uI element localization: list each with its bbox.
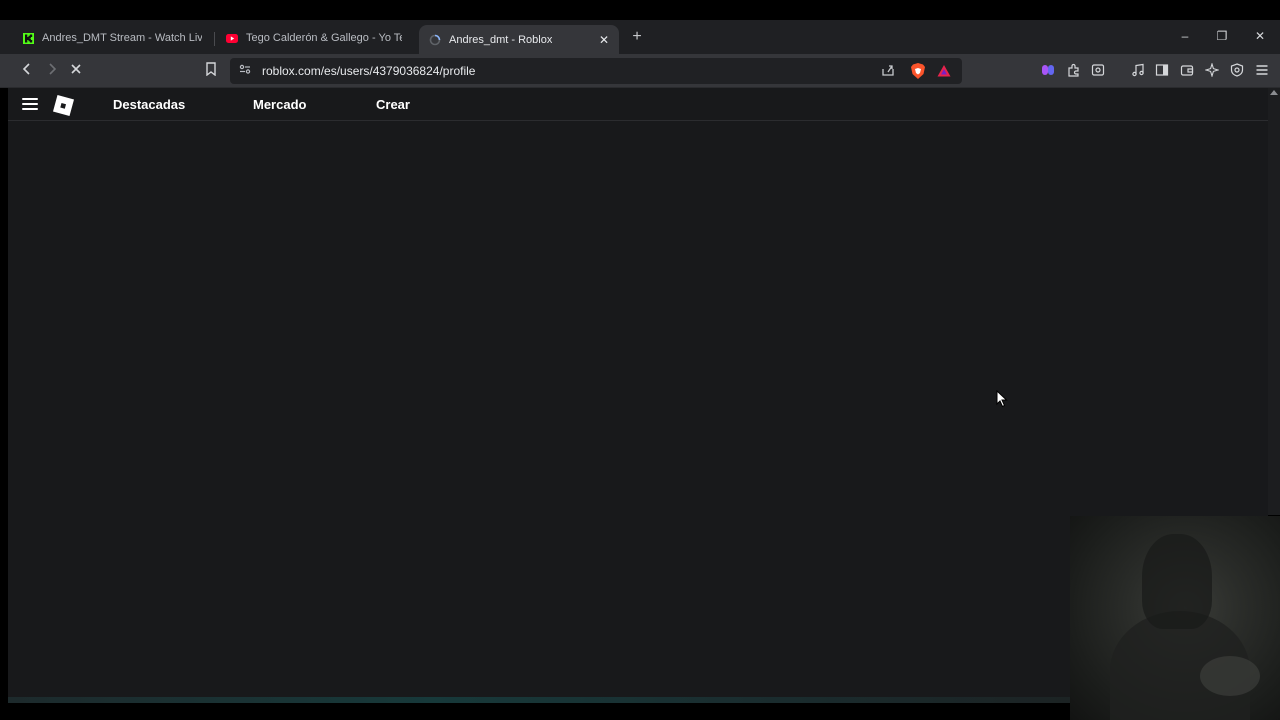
kick-icon: [22, 32, 34, 44]
site-info-icon[interactable]: [238, 63, 252, 77]
tab-search-icon[interactable]: [1090, 63, 1106, 79]
sidebar-icon[interactable]: [1154, 63, 1170, 79]
brave-shields-icon[interactable]: [910, 62, 926, 80]
scroll-up-icon[interactable]: [1270, 90, 1278, 95]
bookmark-icon: [206, 62, 216, 77]
tab-separator: [214, 32, 215, 46]
nav-featured[interactable]: Destacadas: [113, 97, 185, 112]
forward-icon: [49, 63, 57, 75]
stop-icon: [71, 64, 81, 74]
roblox-logo[interactable]: [51, 94, 74, 116]
tab-kick[interactable]: Andres_DMT Stream - Watch Live on: [12, 24, 212, 52]
scrollbar[interactable]: [1268, 88, 1280, 515]
leo-icon[interactable]: [1204, 62, 1220, 79]
forward-button[interactable]: [43, 62, 61, 80]
share-icon[interactable]: [880, 63, 896, 79]
youtube-icon: [226, 32, 238, 44]
webcam-overlay: [1070, 516, 1280, 720]
back-icon: [22, 63, 30, 75]
hamburger-menu-icon[interactable]: [22, 98, 38, 111]
roblox-loading-icon: [429, 34, 441, 46]
vpn-icon[interactable]: [1229, 63, 1245, 79]
tab-youtube[interactable]: Tego Calderón & Gallego - Yo Tengo: [216, 24, 412, 52]
roblox-header: Destacadas Mercado Crear: [8, 88, 1268, 121]
stop-button[interactable]: [67, 62, 85, 80]
tab-title: Tego Calderón & Gallego - Yo Tengo: [246, 32, 402, 44]
mouse-cursor-icon: [996, 389, 1008, 408]
music-icon[interactable]: [1130, 63, 1146, 79]
address-bar[interactable]: roblox.com/es/users/4379036824/profile: [230, 58, 962, 84]
webcam-light-reflection: [1200, 656, 1260, 696]
tab-title: Andres_DMT Stream - Watch Live on: [42, 32, 202, 44]
brave-leo-extension-icon[interactable]: [1040, 63, 1056, 79]
close-window-button[interactable]: ✕: [1252, 28, 1268, 44]
wallet-icon[interactable]: [1179, 63, 1195, 79]
menu-icon[interactable]: [1254, 63, 1270, 79]
close-tab-icon[interactable]: ✕: [599, 33, 609, 47]
extensions-icon[interactable]: [1066, 63, 1082, 79]
nav-marketplace[interactable]: Mercado: [253, 97, 306, 112]
webcam-person-head: [1142, 534, 1212, 629]
minimize-button[interactable]: –: [1177, 28, 1193, 44]
letterbox-top: [0, 0, 1280, 20]
new-tab-button[interactable]: +: [628, 28, 646, 46]
tab-title: Andres_dmt - Roblox: [449, 33, 553, 46]
browser-toolbar: roblox.com/es/users/4379036824/profile: [0, 54, 1280, 88]
maximize-button[interactable]: ❐: [1214, 28, 1230, 44]
nav-create[interactable]: Crear: [376, 97, 410, 112]
back-button[interactable]: [18, 62, 36, 80]
bookmark-button[interactable]: [202, 62, 220, 80]
tab-roblox[interactable]: Andres_dmt - Roblox ✕: [419, 25, 619, 54]
url-text[interactable]: roblox.com/es/users/4379036824/profile: [262, 64, 475, 78]
brave-rewards-icon[interactable]: [936, 63, 952, 79]
